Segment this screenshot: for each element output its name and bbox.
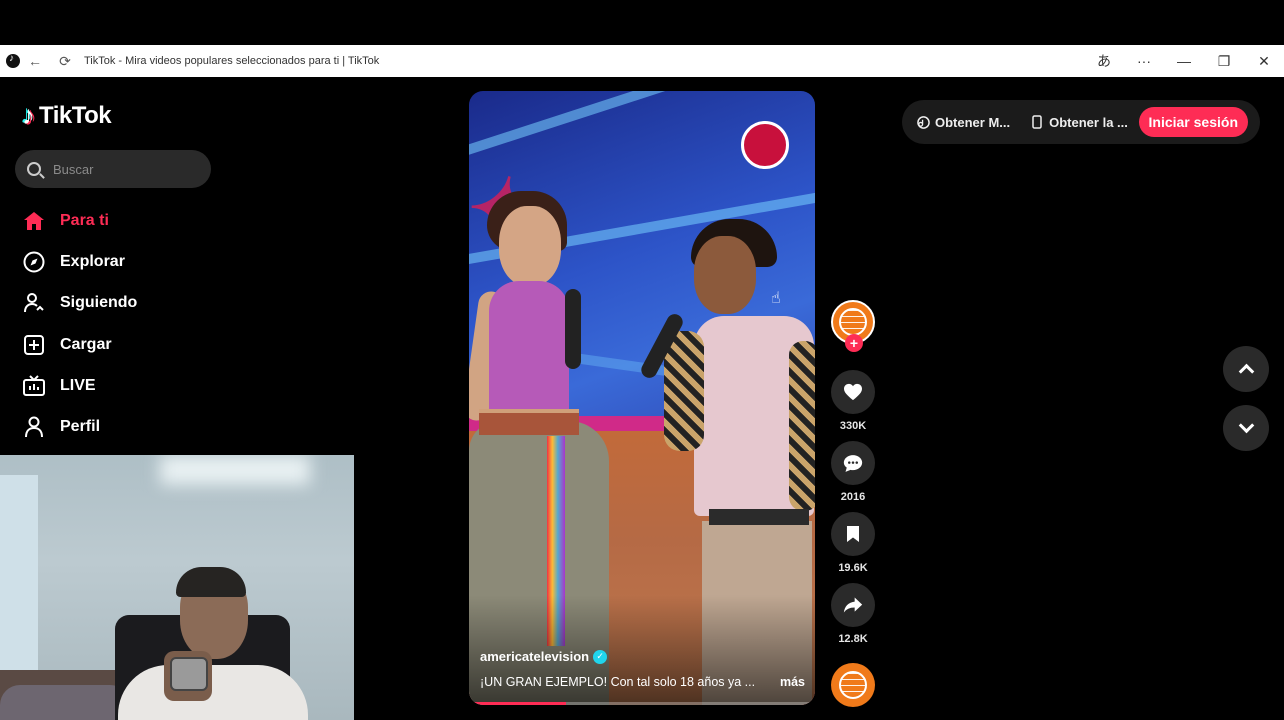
back-arrow-icon[interactable]: ← <box>20 45 50 77</box>
compass-icon <box>22 250 46 274</box>
following-icon <box>22 291 46 315</box>
comment-count: 2016 <box>840 491 866 503</box>
sidebar-item-cargar[interactable]: Cargar <box>22 324 137 365</box>
description-text: ¡UN GRAN EJEMPLO! Con tal solo 18 años y… <box>480 675 756 689</box>
get-app-label: Obtener M... <box>935 114 1011 130</box>
translate-icon[interactable]: あ <box>1084 45 1124 77</box>
close-icon[interactable]: ✕ <box>1244 45 1284 77</box>
video-description: ¡UN GRAN EJEMPLO! Con tal solo 18 años y… <box>480 675 805 689</box>
tiktok-logo[interactable]: ♪ TikTok <box>22 100 112 131</box>
share-arrow-icon <box>843 597 863 613</box>
refresh-icon[interactable]: ⟳ <box>50 45 80 77</box>
get-pc-label: Obtener la ... <box>1049 114 1128 130</box>
share-button[interactable] <box>831 583 875 627</box>
login-button[interactable]: Iniciar sesión <box>1138 107 1248 137</box>
sidebar-item-label: Explorar <box>60 252 125 270</box>
home-icon <box>22 209 46 233</box>
sidebar-nav: Para ti Explorar Siguiendo Cargar LIVE P… <box>22 200 137 448</box>
video-progress-fill <box>469 702 566 705</box>
chevron-down-icon <box>1238 417 1254 434</box>
webcam-overlay <box>0 455 354 720</box>
screen-top-band <box>0 0 1284 45</box>
sidebar-item-perfil[interactable]: Perfil <box>22 406 137 447</box>
sidebar-item-para-ti[interactable]: Para ti <box>22 200 137 241</box>
video-progress-track[interactable] <box>469 702 815 705</box>
action-rail: + 330K 2016 19.6K 12.8K <box>830 300 876 654</box>
minimize-icon[interactable]: — <box>1164 45 1204 77</box>
sidebar-item-live[interactable]: LIVE <box>22 365 137 406</box>
verified-badge-icon: ✓ <box>593 649 608 664</box>
globe-icon <box>839 308 867 336</box>
like-button[interactable] <box>831 370 875 414</box>
search-bar[interactable] <box>15 150 211 188</box>
comment-button[interactable] <box>831 441 875 485</box>
previous-video-button[interactable] <box>1223 346 1269 392</box>
follow-plus-icon[interactable]: + <box>845 334 863 352</box>
author-name[interactable]: americatelevision <box>480 649 589 664</box>
restore-icon[interactable]: ❐ <box>1204 45 1244 77</box>
share-count: 12.8K <box>838 633 868 645</box>
get-app-button[interactable]: Obtener M... <box>916 115 1010 130</box>
sidebar-item-label: LIVE <box>60 376 96 394</box>
sidebar-item-label: Perfil <box>60 418 101 436</box>
search-input[interactable] <box>53 161 193 177</box>
tiktok-note-icon: ♪ <box>22 100 35 130</box>
save-count: 19.6K <box>838 562 868 574</box>
next-video-button[interactable] <box>1223 405 1269 451</box>
upload-icon <box>22 333 46 357</box>
like-count: 330K <box>839 420 867 432</box>
bookmark-icon <box>847 526 859 542</box>
brand-name: TikTok <box>39 101 112 129</box>
video-player[interactable]: ✦ ☝ americatelevision ✓ ¡UN GRAN EJEMPLO… <box>469 91 815 705</box>
sidebar-item-label: Para ti <box>60 211 109 229</box>
more-options-icon[interactable]: ··· <box>1124 45 1164 77</box>
heart-icon <box>844 383 862 401</box>
creator-avatar[interactable]: + <box>831 300 875 352</box>
window-titlebar: ← ⟳ TikTok - Mira videos populares selec… <box>0 45 1284 77</box>
sidebar-item-label: Siguiendo <box>60 294 138 312</box>
comment-icon <box>843 454 863 472</box>
mouse-cursor-icon: ☝ <box>771 290 781 307</box>
window-title: TikTok - Mira videos populares seleccion… <box>84 55 380 67</box>
top-actions-bar: Obtener M... Obtener la ... Iniciar sesi… <box>902 100 1260 144</box>
profile-icon <box>22 415 46 439</box>
sidebar-item-siguiendo[interactable]: Siguiendo <box>22 283 137 324</box>
save-button[interactable] <box>831 512 875 556</box>
get-pc-app-button[interactable]: Obtener la ... <box>1030 115 1128 130</box>
globe-icon <box>839 671 867 699</box>
chevron-up-icon <box>1238 363 1254 380</box>
video-author[interactable]: americatelevision ✓ <box>480 649 608 664</box>
search-icon[interactable] <box>27 162 41 176</box>
window-controls: あ ··· — ❐ ✕ <box>1084 45 1284 77</box>
sidebar-item-explorar[interactable]: Explorar <box>22 241 137 282</box>
more-link[interactable]: más <box>780 675 805 689</box>
tiktok-app-icon <box>6 53 20 68</box>
live-tv-icon <box>22 374 46 398</box>
phone-icon <box>1030 115 1044 129</box>
sound-disc-avatar[interactable] <box>831 663 875 707</box>
sidebar-item-label: Cargar <box>60 335 112 353</box>
show-logo-globe <box>741 121 789 169</box>
app-circle-icon <box>916 115 930 129</box>
